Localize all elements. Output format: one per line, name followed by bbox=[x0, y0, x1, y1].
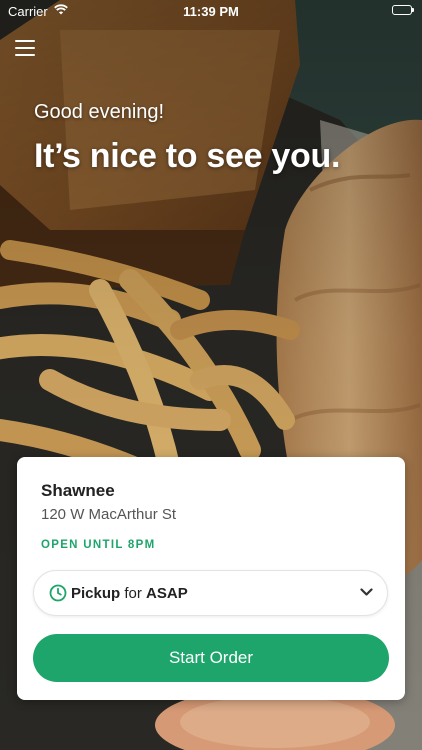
order-mode-value: Pickup bbox=[71, 585, 121, 602]
status-bar: Carrier 11:39 PM bbox=[0, 0, 422, 22]
chevron-down-icon bbox=[360, 588, 373, 596]
order-mode-selector[interactable]: Pickup for ASAP bbox=[33, 570, 388, 616]
greeting-text: Good evening! bbox=[34, 101, 165, 123]
start-order-button[interactable]: Start Order bbox=[33, 634, 389, 682]
order-mode-label: Pickup for ASAP bbox=[71, 585, 188, 602]
store-hours-badge: OPEN UNTIL 8PM bbox=[41, 539, 156, 551]
battery-icon bbox=[392, 5, 414, 15]
status-time: 11:39 PM bbox=[183, 4, 239, 19]
welcome-headline: It’s nice to see you. bbox=[34, 137, 341, 175]
order-time-value: ASAP bbox=[146, 585, 188, 602]
order-mode-connector: for bbox=[124, 585, 142, 602]
store-name: Shawnee bbox=[41, 481, 115, 500]
hamburger-menu-icon[interactable] bbox=[15, 40, 35, 56]
store-card: Shawnee 120 W MacArthur St OPEN UNTIL 8P… bbox=[17, 457, 405, 700]
clock-icon bbox=[49, 584, 67, 602]
store-address: 120 W MacArthur St bbox=[41, 506, 177, 523]
